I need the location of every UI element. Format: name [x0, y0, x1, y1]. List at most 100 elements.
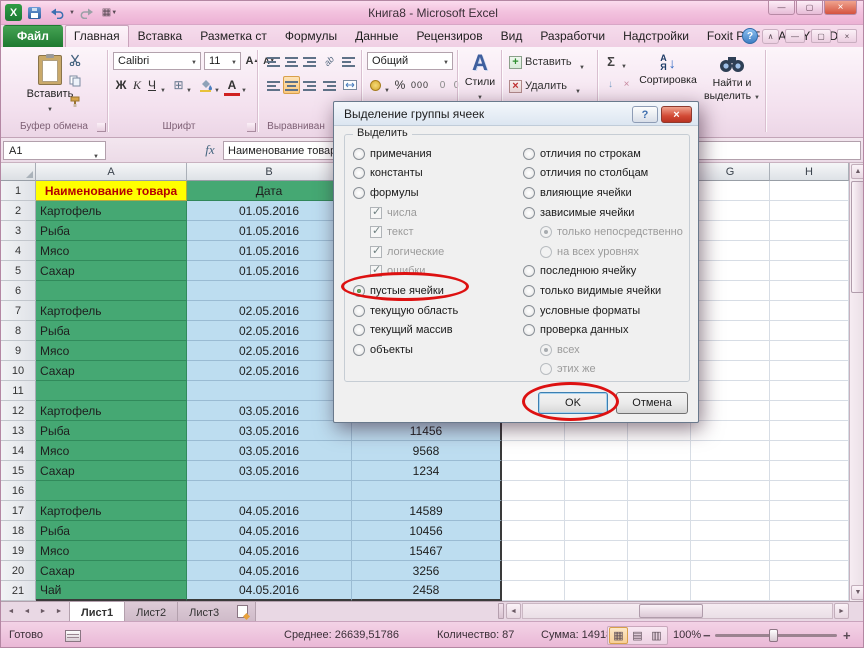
- cell-B10[interactable]: 02.05.2016: [187, 361, 352, 381]
- row-header-19[interactable]: 19: [1, 541, 36, 561]
- row-header-10[interactable]: 10: [1, 361, 36, 381]
- cell-B15[interactable]: 03.05.2016: [187, 461, 352, 481]
- sheet-tab-sheet2[interactable]: Лист2: [124, 602, 178, 621]
- first-sheet-icon[interactable]: ◄: [4, 604, 18, 619]
- row-header-15[interactable]: 15: [1, 461, 36, 481]
- orientation-icon[interactable]: ab: [321, 52, 338, 70]
- font-dialog-launcher[interactable]: [247, 123, 256, 132]
- cell-A11[interactable]: [36, 381, 187, 401]
- cell-H18[interactable]: [770, 521, 849, 541]
- previous-sheet-icon[interactable]: ◄: [20, 604, 34, 619]
- cell-A14[interactable]: Мясо: [36, 441, 187, 461]
- cell-G15[interactable]: [691, 461, 770, 481]
- radio-dependents[interactable]: [523, 207, 535, 219]
- format-painter-icon[interactable]: [65, 94, 85, 110]
- cell-E21[interactable]: [565, 581, 628, 601]
- cell-H2[interactable]: [770, 201, 849, 221]
- scroll-left-icon[interactable]: ◄: [506, 603, 521, 619]
- ribbon-tab-data[interactable]: Данные: [346, 25, 407, 47]
- cell-H4[interactable]: [770, 241, 849, 261]
- cell-H10[interactable]: [770, 361, 849, 381]
- bold-button[interactable]: Ж: [113, 76, 129, 94]
- cell-B8[interactable]: 02.05.2016: [187, 321, 352, 341]
- delete-cells-caret-icon[interactable]: [575, 82, 581, 96]
- cell-G20[interactable]: [691, 561, 770, 581]
- align-center-icon[interactable]: [283, 76, 300, 94]
- cell-G10[interactable]: [691, 361, 770, 381]
- page-layout-view-button[interactable]: ▤: [628, 627, 647, 644]
- cell-G18[interactable]: [691, 521, 770, 541]
- workbook-minimize-button[interactable]: —: [785, 29, 805, 43]
- cell-D18[interactable]: [502, 521, 565, 541]
- option-row-differences[interactable]: отличия по строкам: [523, 144, 693, 164]
- option-comments[interactable]: примечания: [353, 144, 523, 164]
- row-header-8[interactable]: 8: [1, 321, 36, 341]
- wrap-text-icon[interactable]: [340, 52, 357, 70]
- cell-B21[interactable]: 04.05.2016: [187, 581, 352, 601]
- cell-F14[interactable]: [628, 441, 691, 461]
- cell-D19[interactable]: [502, 541, 565, 561]
- ribbon-tab-add-ins[interactable]: Надстройки: [614, 25, 698, 47]
- vertical-scroll-thumb[interactable]: [851, 181, 864, 293]
- cell-E19[interactable]: [565, 541, 628, 561]
- italic-button[interactable]: К: [130, 76, 144, 94]
- fill-color-icon[interactable]: [197, 76, 213, 94]
- row-header-11[interactable]: 11: [1, 381, 36, 401]
- zoom-level[interactable]: 100%: [673, 629, 701, 641]
- cell-B20[interactable]: 04.05.2016: [187, 561, 352, 581]
- radio-visible-only[interactable]: [523, 285, 535, 297]
- maximize-button[interactable]: ▢: [796, 1, 823, 15]
- row-header-20[interactable]: 20: [1, 561, 36, 581]
- cell-C15[interactable]: 1234: [352, 461, 502, 481]
- cell-H1[interactable]: [770, 181, 849, 201]
- cell-G14[interactable]: [691, 441, 770, 461]
- cell-F13[interactable]: [628, 421, 691, 441]
- radio-last-cell[interactable]: [523, 265, 535, 277]
- cell-D21[interactable]: [502, 581, 565, 601]
- zoom-out-button[interactable]: −: [703, 628, 711, 643]
- cell-A1[interactable]: Наименование товара: [36, 181, 187, 201]
- cell-A21[interactable]: Чай: [36, 581, 187, 601]
- cell-B7[interactable]: 02.05.2016: [187, 301, 352, 321]
- insert-cells-button[interactable]: Вставить: [525, 53, 577, 71]
- cell-H20[interactable]: [770, 561, 849, 581]
- cell-H7[interactable]: [770, 301, 849, 321]
- cell-G17[interactable]: [691, 501, 770, 521]
- clear-icon[interactable]: ×: [619, 77, 634, 91]
- row-header-16[interactable]: 16: [1, 481, 36, 501]
- zoom-in-button[interactable]: +: [843, 628, 851, 643]
- cell-B1[interactable]: Дата: [187, 181, 352, 201]
- cell-H6[interactable]: [770, 281, 849, 301]
- row-header-1[interactable]: 1: [1, 181, 36, 201]
- radio-objects[interactable]: [353, 344, 365, 356]
- align-top-icon[interactable]: [265, 52, 282, 70]
- underline-caret-icon[interactable]: [160, 81, 166, 95]
- radio-column-differences[interactable]: [523, 167, 535, 179]
- vertical-scrollbar[interactable]: ▲ ▼: [849, 163, 864, 601]
- normal-view-button[interactable]: ▦: [609, 627, 628, 644]
- cell-H8[interactable]: [770, 321, 849, 341]
- scroll-right-icon[interactable]: ►: [834, 603, 849, 619]
- row-header-5[interactable]: 5: [1, 261, 36, 281]
- zoom-slider[interactable]: [715, 634, 837, 637]
- cell-F20[interactable]: [628, 561, 691, 581]
- cell-C18[interactable]: 10456: [352, 521, 502, 541]
- dialog-help-button[interactable]: ?: [632, 106, 658, 123]
- ribbon-tab-view[interactable]: Вид: [492, 25, 532, 47]
- minimize-button[interactable]: —: [768, 1, 795, 15]
- cell-H5[interactable]: [770, 261, 849, 281]
- row-header-12[interactable]: 12: [1, 401, 36, 421]
- autosum-button[interactable]: Σ: [603, 52, 619, 70]
- row-header-9[interactable]: 9: [1, 341, 36, 361]
- cell-G2[interactable]: [691, 201, 770, 221]
- workbook-close-button[interactable]: ×: [837, 29, 857, 43]
- macro-record-icon[interactable]: [65, 630, 81, 642]
- cell-A12[interactable]: Картофель: [36, 401, 187, 421]
- ribbon-tab-page-layout[interactable]: Разметка ст: [191, 25, 276, 47]
- cell-H9[interactable]: [770, 341, 849, 361]
- cell-B17[interactable]: 04.05.2016: [187, 501, 352, 521]
- cell-A2[interactable]: Картофель: [36, 201, 187, 221]
- insert-function-button[interactable]: fx: [199, 142, 221, 159]
- find-select-button[interactable]: Найти и выделить: [701, 50, 763, 126]
- cell-E17[interactable]: [565, 501, 628, 521]
